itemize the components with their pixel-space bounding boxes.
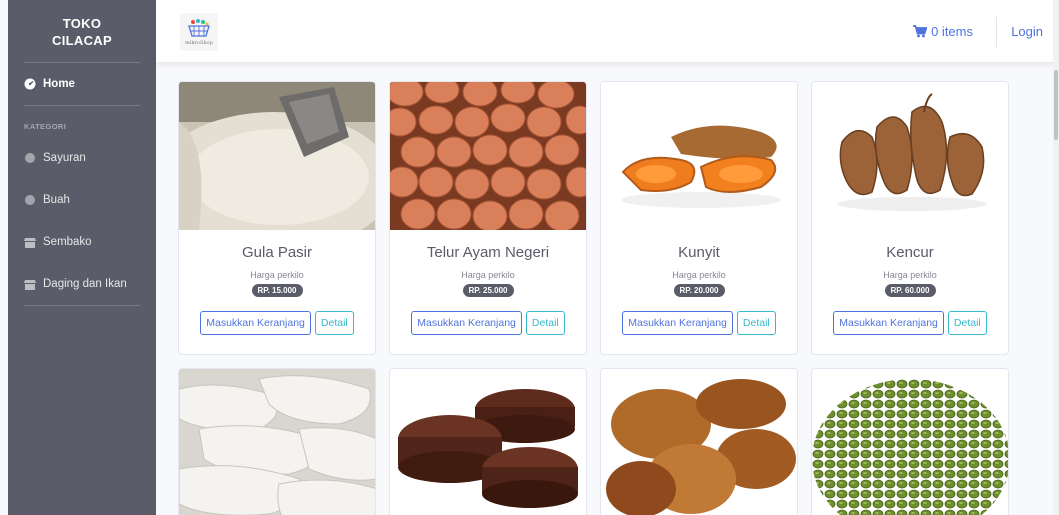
product-card: Kunyit Harga perkilo RP. 20.000 Masukkan…	[600, 81, 798, 355]
sidebar-item-label: Sembako	[43, 236, 92, 248]
product-card: Kencur Harga perkilo RP. 60.000 Masukkan…	[811, 81, 1009, 355]
product-card: Gula Pasir Harga perkilo RP. 15.000 Masu…	[178, 81, 376, 355]
sidebar-item-label: Daging dan Ikan	[43, 278, 127, 290]
sidebar-item-label: Home	[43, 78, 75, 90]
product-grid: Gula Pasir Harga perkilo RP. 15.000 Masu…	[178, 81, 1009, 515]
sidebar-item-home[interactable]: Home	[8, 63, 156, 105]
detail-button[interactable]: Detail	[525, 311, 565, 335]
topbar: mikroShop 0 items Login	[156, 0, 1059, 62]
product-card	[178, 368, 376, 515]
page-scrollbar[interactable]	[1053, 0, 1059, 515]
product-card: Telur Ayam Negeri Harga perkilo RP. 25.0…	[389, 81, 587, 355]
add-to-cart-button[interactable]: Masukkan Keranjang	[411, 311, 522, 335]
product-image-eggs[interactable]	[390, 82, 586, 230]
detail-button[interactable]: Detail	[314, 311, 354, 335]
product-name: Kencur	[886, 244, 934, 261]
product-name: Kunyit	[678, 244, 720, 261]
logo-text: mikroShop	[185, 39, 213, 46]
basket-logo-icon	[188, 18, 210, 37]
shop-logo[interactable]: mikroShop	[180, 13, 218, 51]
add-to-cart-button[interactable]: Masukkan Keranjang	[622, 311, 733, 335]
price-badge: RP. 20.000	[673, 284, 725, 297]
sidebar-item-daging-dan-ikan[interactable]: Daging dan Ikan	[8, 263, 156, 305]
brand-line-2: CILACAP	[52, 33, 112, 48]
sidebar-item-label: Buah	[43, 194, 70, 206]
product-card	[600, 368, 798, 515]
product-image-mung-beans[interactable]	[812, 369, 1008, 515]
product-unit: Harga perkilo	[461, 270, 515, 280]
product-image-brown-sugar[interactable]	[601, 369, 797, 515]
product-image-galangal[interactable]	[812, 82, 1008, 230]
product-image-palm-sugar[interactable]	[390, 369, 586, 515]
sidebar-item-buah[interactable]: Buah	[8, 179, 156, 221]
sidebar-divider	[24, 305, 140, 306]
add-to-cart-button[interactable]: Masukkan Keranjang	[833, 311, 944, 335]
product-unit: Harga perkilo	[250, 270, 304, 280]
store-icon	[24, 236, 36, 248]
price-badge: RP. 60.000	[884, 284, 936, 297]
sidebar-item-label: Sayuran	[43, 152, 86, 164]
sidebar: TOKO CILACAP Home KATEGORI Sayuran Buah S…	[8, 0, 156, 515]
product-unit: Harga perkilo	[672, 270, 726, 280]
product-name: Gula Pasir	[241, 244, 313, 261]
circle-icon	[24, 152, 36, 164]
sidebar-item-sayuran[interactable]: Sayuran	[8, 137, 156, 179]
topbar-divider	[996, 17, 997, 47]
sidebar-item-sembako[interactable]: Sembako	[8, 221, 156, 263]
detail-button[interactable]: Detail	[947, 311, 987, 335]
circle-icon	[24, 194, 36, 206]
price-badge: RP. 25.000	[462, 284, 514, 297]
product-unit: Harga perkilo	[883, 270, 937, 280]
store-icon	[24, 278, 36, 290]
brand-line-1: TOKO	[62, 16, 102, 31]
product-card	[811, 368, 1009, 515]
add-to-cart-button[interactable]: Masukkan Keranjang	[200, 311, 311, 335]
detail-button[interactable]: Detail	[736, 311, 776, 335]
sidebar-heading: KATEGORI	[24, 122, 67, 131]
price-badge: RP. 15.000	[251, 284, 303, 297]
shopping-cart-icon	[913, 25, 928, 38]
cart-count: 0 items	[931, 24, 973, 39]
scrollbar-thumb[interactable]	[1054, 70, 1058, 140]
login-link[interactable]: Login	[1011, 24, 1043, 39]
sidebar-brand[interactable]: TOKO CILACAP	[8, 0, 156, 62]
product-image-flour-bags[interactable]	[179, 369, 375, 515]
product-image-sugar[interactable]	[179, 82, 375, 230]
product-name: Telur Ayam Negeri	[426, 244, 550, 261]
product-image-turmeric[interactable]	[601, 82, 797, 230]
cart-link[interactable]: 0 items	[913, 24, 973, 39]
dashboard-icon	[24, 78, 36, 90]
product-card	[389, 368, 587, 515]
